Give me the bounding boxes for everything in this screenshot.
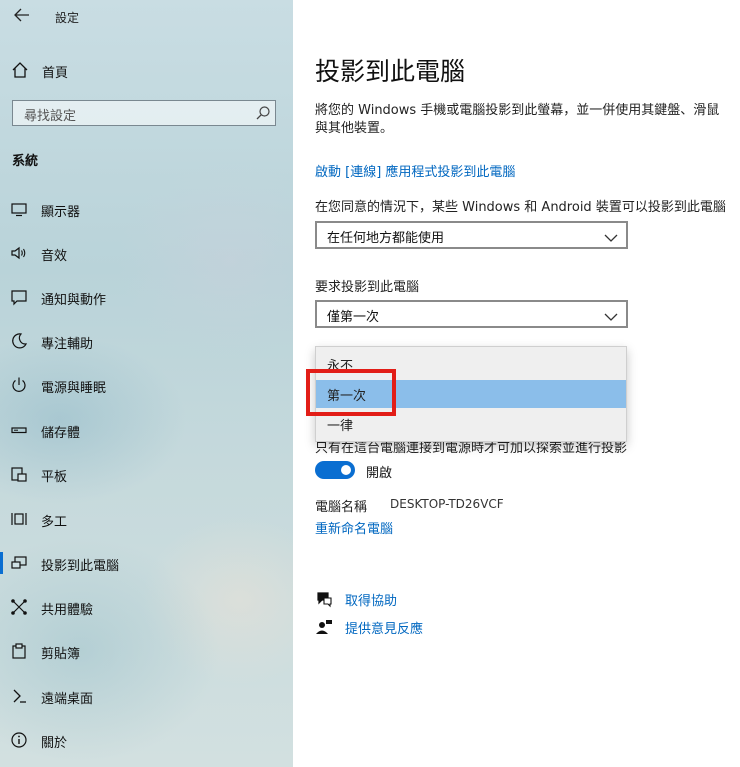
project-icon — [10, 554, 28, 572]
title-bar: 設定 — [0, 0, 293, 34]
availability-value: 在任何地方都能使用 — [327, 231, 445, 246]
sidebar-item-multitasking[interactable]: 多工 — [0, 502, 293, 536]
pin-caption: 要求投影到此電腦 — [315, 280, 420, 295]
tablet-icon — [10, 465, 28, 483]
moon-icon — [10, 332, 28, 350]
speaker-icon — [10, 244, 28, 262]
get-help-label: 取得協助 — [345, 594, 398, 609]
remote-desktop-icon — [10, 687, 28, 705]
chevron-down-icon — [604, 308, 618, 321]
sidebar-item-label: 平板 — [41, 470, 68, 485]
monitor-icon — [10, 200, 28, 218]
get-help-link[interactable]: 取得協助 — [315, 588, 515, 610]
sidebar-item-home[interactable]: 首頁 — [0, 57, 293, 83]
sidebar-item-tablet[interactable]: 平板 — [0, 457, 293, 491]
sidebar-item-label: 通知與動作 — [41, 293, 107, 308]
pin-value: 僅第一次 — [327, 310, 380, 325]
sidebar-item-label: 首頁 — [42, 66, 69, 81]
feedback-person-icon — [315, 618, 333, 636]
help-chat-icon — [315, 590, 333, 608]
chevron-down-icon — [604, 229, 618, 242]
sidebar-item-label: 電源與睡眠 — [41, 381, 107, 396]
clipboard-icon — [10, 642, 28, 660]
multitask-icon — [10, 510, 28, 528]
sidebar: 設定 首頁 尋找設定 系統 顯示器 音效 通知與動作 專注輔助 電源與睡眠 儲存… — [0, 0, 293, 767]
sidebar-item-label: 投影到此電腦 — [41, 559, 120, 574]
sidebar-item-label: 專注輔助 — [41, 337, 94, 352]
sidebar-item-focus-assist[interactable]: 專注輔助 — [0, 324, 293, 358]
toggle-label: 開啟 — [366, 466, 393, 481]
sidebar-item-clipboard[interactable]: 剪貼簿 — [0, 634, 293, 668]
sidebar-item-project-to-pc[interactable]: 投影到此電腦 — [0, 546, 293, 580]
home-icon — [11, 61, 29, 79]
sidebar-item-remote-desktop[interactable]: 遠端桌面 — [0, 679, 293, 713]
sidebar-item-label: 關於 — [41, 736, 68, 751]
back-arrow-icon[interactable] — [12, 8, 32, 26]
storage-icon — [10, 421, 28, 439]
sidebar-item-notifications[interactable]: 通知與動作 — [0, 280, 293, 314]
sidebar-item-storage[interactable]: 儲存體 — [0, 413, 293, 447]
sidebar-item-label: 多工 — [41, 515, 68, 530]
notification-icon — [10, 288, 28, 306]
power-icon — [10, 376, 28, 394]
search-input[interactable]: 尋找設定 — [12, 100, 276, 126]
sidebar-item-label: 顯示器 — [41, 205, 81, 220]
availability-caption: 在您同意的情況下，某些 Windows 和 Android 裝置可以投影到此電腦 — [315, 200, 726, 215]
page-description: 將您的 Windows 手機或電腦投影到此螢幕，並一併使用其鍵盤、滑鼠與其他裝置… — [315, 103, 720, 136]
app-title: 設定 — [55, 11, 80, 25]
sidebar-item-shared-experiences[interactable]: 共用體驗 — [0, 590, 293, 624]
availability-dropdown[interactable]: 在任何地方都能使用 — [315, 221, 628, 249]
search-placeholder: 尋找設定 — [24, 109, 77, 124]
toggle-knob — [341, 465, 351, 475]
sidebar-item-power[interactable]: 電源與睡眠 — [0, 368, 293, 402]
feedback-label: 提供意見反應 — [345, 622, 424, 637]
sidebar-item-label: 遠端桌面 — [41, 692, 94, 707]
rename-pc-link[interactable]: 重新命名電腦 — [315, 518, 393, 537]
pin-dropdown[interactable]: 僅第一次 — [315, 300, 628, 328]
info-icon — [10, 731, 28, 749]
sidebar-item-label: 剪貼簿 — [41, 647, 81, 662]
launch-connect-app-link[interactable]: 啟動 [連線] 應用程式投影到此電腦 — [315, 161, 515, 180]
highlight-annotation-box — [306, 369, 396, 416]
sidebar-item-label: 共用體驗 — [41, 603, 94, 618]
sidebar-item-about[interactable]: 關於 — [0, 723, 293, 757]
shared-icon — [10, 598, 28, 616]
pc-name-value: DESKTOP-TD26VCF — [390, 497, 504, 511]
sidebar-item-display[interactable]: 顯示器 — [0, 192, 293, 226]
pc-name-label: 電腦名稱 — [315, 500, 368, 515]
option-label: 一律 — [327, 419, 354, 434]
search-icon — [255, 105, 271, 121]
sidebar-item-label: 儲存體 — [41, 426, 81, 441]
page-title: 投影到此電腦 — [315, 57, 466, 86]
feedback-link[interactable]: 提供意見反應 — [315, 616, 515, 638]
power-toggle[interactable] — [315, 461, 355, 479]
sidebar-item-sound[interactable]: 音效 — [0, 236, 293, 270]
section-header: 系統 — [12, 154, 39, 169]
sidebar-item-label: 音效 — [41, 249, 68, 264]
